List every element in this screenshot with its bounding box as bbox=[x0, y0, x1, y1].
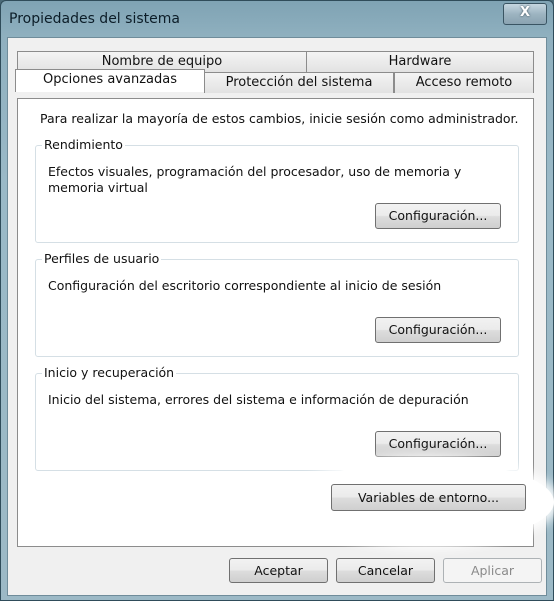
button-label: Variables de entorno... bbox=[357, 490, 500, 505]
startup-recovery-settings-button[interactable]: Configuración... bbox=[375, 431, 501, 457]
button-label: Configuración... bbox=[388, 322, 488, 337]
admin-notice: Para realizar la mayoría de estos cambio… bbox=[40, 111, 519, 126]
startup-recovery-group: Inicio y recuperación Inicio del sistema… bbox=[35, 365, 519, 471]
tab-hardware[interactable]: Hardware bbox=[306, 51, 534, 72]
group-title: Rendimiento bbox=[42, 137, 125, 152]
tab-label: Hardware bbox=[388, 54, 452, 69]
close-button[interactable]: X bbox=[503, 3, 547, 25]
performance-settings-button[interactable]: Configuración... bbox=[375, 203, 501, 229]
tab-label: Nombre de equipo bbox=[101, 54, 223, 69]
group-title: Inicio y recuperación bbox=[42, 365, 177, 380]
tab-acceso-remoto[interactable]: Acceso remoto bbox=[394, 72, 534, 93]
ok-button[interactable]: Aceptar bbox=[229, 558, 328, 583]
group-description: Efectos visuales, programación del proce… bbox=[48, 164, 462, 195]
user-profiles-settings-button[interactable]: Configuración... bbox=[375, 317, 501, 343]
tab-proteccion-del-sistema[interactable]: Protección del sistema bbox=[204, 72, 394, 93]
environment-variables-button[interactable]: Variables de entorno... bbox=[331, 484, 526, 511]
tab-label: Protección del sistema bbox=[225, 75, 373, 90]
button-label: Configuración... bbox=[388, 208, 488, 223]
button-label: Cancelar bbox=[357, 563, 414, 578]
tab-label: Opciones avanzadas bbox=[43, 72, 177, 87]
tab-opciones-avanzadas[interactable]: Opciones avanzadas bbox=[15, 69, 205, 92]
cancel-button[interactable]: Cancelar bbox=[336, 558, 435, 583]
performance-group: Rendimiento Efectos visuales, programaci… bbox=[35, 137, 519, 243]
tab-label: Acceso remoto bbox=[415, 75, 513, 90]
title-bar[interactable]: Propiedades del sistema X bbox=[1, 1, 553, 37]
button-label: Aplicar bbox=[470, 563, 515, 578]
group-title: Perfiles de usuario bbox=[42, 251, 162, 266]
user-profiles-group: Perfiles de usuario Configuración del es… bbox=[35, 251, 519, 357]
apply-button[interactable]: Aplicar bbox=[443, 558, 542, 583]
group-description: Configuración del escritorio correspondi… bbox=[48, 278, 442, 293]
group-description: Inicio del sistema, errores del sistema … bbox=[48, 392, 469, 407]
close-icon: X bbox=[519, 5, 531, 20]
button-label: Aceptar bbox=[254, 563, 303, 578]
button-label: Configuración... bbox=[388, 436, 488, 451]
window-title: Propiedades del sistema bbox=[9, 11, 180, 27]
